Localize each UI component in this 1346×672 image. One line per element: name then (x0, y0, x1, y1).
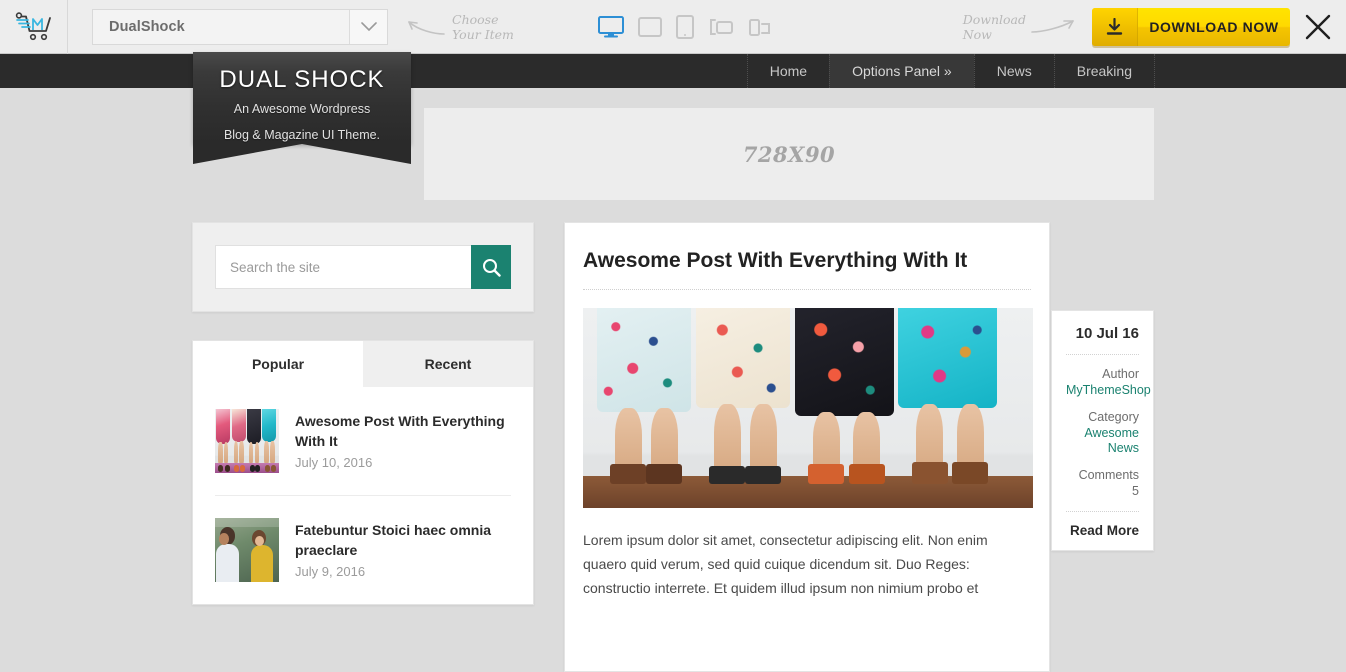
article-date: 10 Jul 16 (1066, 311, 1139, 355)
post-title[interactable]: Awesome Post With Everything With It (295, 411, 511, 451)
post-date: July 10, 2016 (295, 455, 373, 470)
meta-author-label: Author (1102, 367, 1139, 381)
list-item[interactable]: Fatebuntur Stoici haec omnia praeclare J… (215, 496, 511, 604)
meta-category-value-line1[interactable]: Awesome (1066, 426, 1139, 441)
post-title[interactable]: Fatebuntur Stoici haec omnia praeclare (295, 520, 511, 560)
list-item[interactable]: Awesome Post With Everything With It Jul… (215, 387, 511, 496)
tab-recent[interactable]: Recent (363, 341, 533, 387)
read-more-link[interactable]: Read More (1066, 511, 1139, 550)
site-logo-ribbon[interactable]: DUAL SHOCK An Awesome Wordpress Blog & M… (193, 52, 411, 164)
ad-banner-label: 728X90 (742, 141, 836, 167)
nav-item-breaking[interactable]: Breaking (1053, 54, 1154, 88)
post-meta: Fatebuntur Stoici haec omnia praeclare J… (295, 518, 511, 582)
mobile-portrait-icon[interactable] (748, 17, 772, 37)
download-hint-line2: Now (962, 26, 992, 42)
meta-author: Author MyThemeShop (1066, 355, 1151, 398)
choose-hint-line1: Choose (452, 11, 499, 27)
post-thumbnail (215, 409, 279, 473)
choose-item-hint: Choose Your Item (406, 12, 514, 42)
close-preview-button[interactable] (1290, 0, 1346, 54)
ad-banner-728x90[interactable]: 728X90 (424, 108, 1154, 200)
theme-select[interactable]: DualShock (92, 8, 388, 45)
arrow-left-icon (408, 20, 445, 35)
popular-posts-list: Awesome Post With Everything With It Jul… (193, 387, 533, 604)
download-now-hint: Download Now (963, 12, 1076, 42)
shopping-cart-m-logo-icon (15, 11, 51, 40)
tablet-landscape-icon[interactable] (637, 16, 662, 37)
search-icon (482, 258, 501, 277)
mythemeshop-logo[interactable] (0, 0, 68, 54)
post-meta: Awesome Post With Everything With It Jul… (295, 409, 511, 473)
meta-comments-value: 5 (1132, 484, 1139, 498)
posts-widget-tabs: Popular Recent (193, 341, 533, 387)
meta-comments: Comments 5 (1066, 456, 1139, 499)
search-submit-button[interactable] (471, 245, 511, 289)
meta-category: Category Awesome News (1066, 398, 1139, 456)
theme-select-value: DualShock (109, 18, 185, 35)
download-now-button[interactable]: DOWNLOAD NOW (1092, 7, 1290, 46)
meta-comments-label: Comments (1078, 468, 1139, 482)
article-body: Lorem ipsum dolor sit amet, consectetur … (583, 532, 988, 596)
post-thumbnail (215, 518, 279, 582)
search-input[interactable] (215, 245, 471, 289)
post-date: July 9, 2016 (295, 564, 366, 579)
site-tagline-line2: Blog & Magazine UI Theme. (223, 128, 381, 142)
search-widget (192, 222, 534, 312)
tablet-portrait-icon[interactable] (675, 14, 694, 39)
arrow-right-icon (1031, 19, 1074, 33)
nav-item-home[interactable]: Home (746, 54, 829, 88)
meta-category-label: Category (1088, 410, 1139, 424)
site-title: DUAL SHOCK (219, 66, 385, 93)
article-meta-box: 10 Jul 16 Author MyThemeShop Category Aw… (1051, 310, 1154, 551)
search-form (215, 245, 511, 289)
meta-author-value[interactable]: MyThemeShop (1066, 383, 1151, 398)
site-tagline-line1: An Awesome Wordpress (233, 102, 371, 116)
download-hint-line1: Download (962, 11, 1026, 27)
download-icon (1092, 7, 1138, 46)
tab-popular[interactable]: Popular (193, 341, 363, 387)
close-icon (1305, 14, 1331, 39)
nav-trailing-space (1154, 54, 1346, 88)
posts-widget: Popular Recent Awesome Post With Everyth… (192, 340, 534, 605)
nav-item-news[interactable]: News (973, 54, 1054, 88)
mobile-landscape-icon[interactable] (708, 17, 734, 37)
article-featured-image[interactable] (583, 308, 1033, 508)
article-title[interactable]: Awesome Post With Everything With It (583, 241, 1031, 290)
choose-hint-line2: Your Item (452, 26, 514, 42)
meta-category-value-line2[interactable]: News (1066, 441, 1139, 456)
chevron-down-icon[interactable] (349, 9, 387, 44)
main-article: Awesome Post With Everything With It Lor… (564, 222, 1050, 672)
preview-toolbar: DualShock Choose Your Item Download Now … (0, 0, 1346, 54)
sidebar: Popular Recent (192, 222, 534, 633)
device-preview-switcher (597, 14, 772, 39)
nav-item-options-panel[interactable]: Options Panel » (829, 54, 974, 88)
download-now-label: DOWNLOAD NOW (1149, 18, 1279, 35)
desktop-icon[interactable] (597, 15, 624, 38)
